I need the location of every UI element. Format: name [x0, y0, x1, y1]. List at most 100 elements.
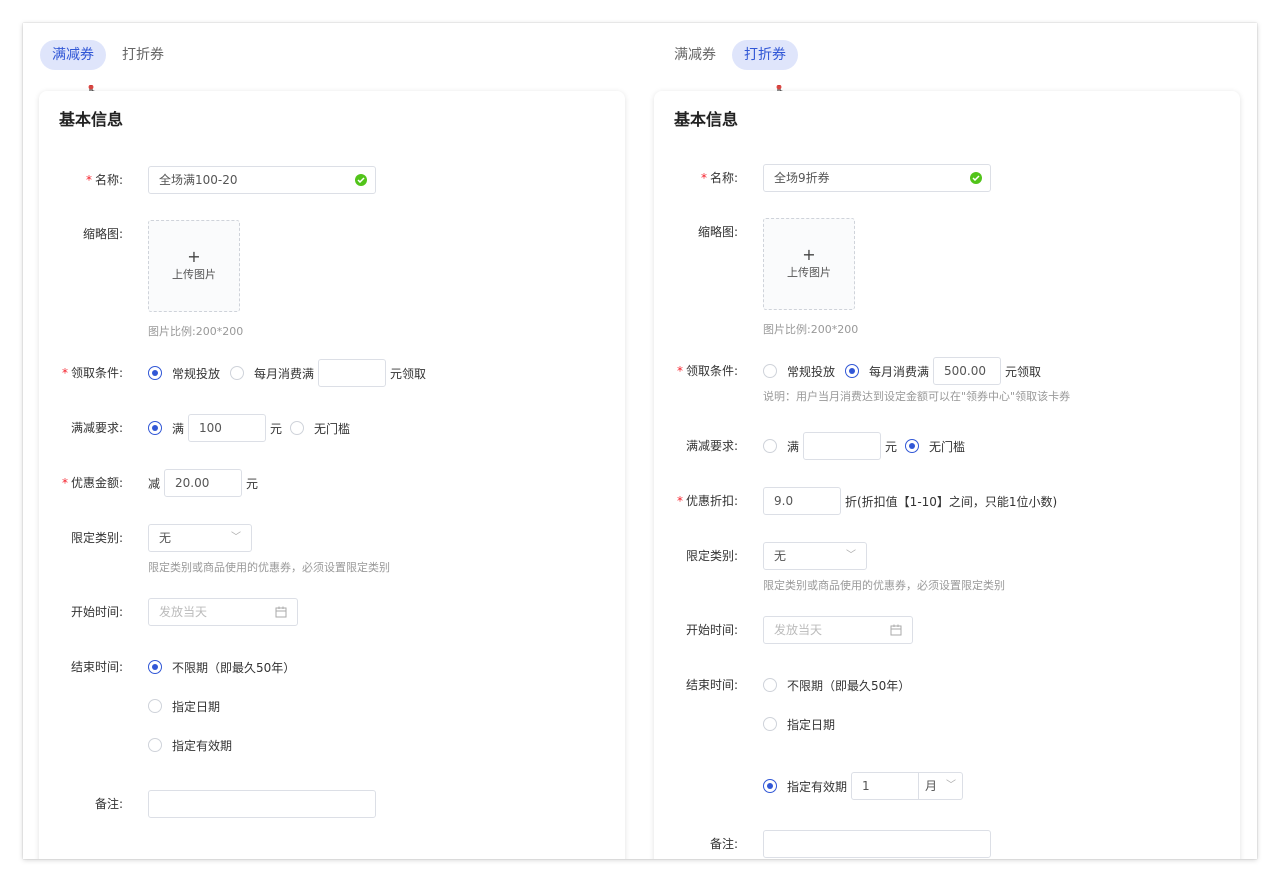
- radio-threshold[interactable]: 满: [763, 438, 799, 455]
- radio-no-threshold[interactable]: 无门槛: [290, 420, 350, 437]
- radio-validity-period[interactable]: 指定有效期: [148, 737, 232, 754]
- remark-label: 备注:: [709, 837, 738, 851]
- discount-amount-label: * 优惠金额:: [61, 476, 123, 490]
- condition-label: * 领取条件:: [676, 364, 738, 378]
- remark-input[interactable]: [148, 790, 376, 818]
- radio-dot: [148, 421, 162, 435]
- discount-rate-input[interactable]: 9.0: [763, 487, 841, 515]
- radio-unlimited[interactable]: 不限期（即最久50年）: [148, 659, 295, 676]
- upload-label: 上传图片: [172, 268, 216, 281]
- monthly-spend-input[interactable]: [318, 359, 387, 387]
- upload-image-button[interactable]: + 上传图片: [148, 220, 240, 312]
- window-frame: 满减券 打折券 基本信息 * 名称: 全场满100-20 缩略图: + 上传图片…: [23, 23, 1257, 859]
- remark-label: 备注:: [94, 797, 123, 811]
- category-hint: 限定类别或商品使用的优惠券，必须设置限定类别: [148, 561, 390, 574]
- monthly-spend-input[interactable]: 500.00: [933, 357, 1002, 385]
- radio-regular-release[interactable]: 常规投放: [148, 365, 220, 382]
- basic-info-card: 基本信息 * 名称: 全场满100-20 缩略图: + 上传图片 图片比例:20…: [39, 91, 625, 859]
- radio-dot: [763, 779, 777, 793]
- discount-unit: 元: [246, 476, 259, 491]
- radio-specific-date[interactable]: 指定日期: [763, 716, 835, 733]
- condition-suffix: 元领取: [1005, 364, 1042, 379]
- chevron-down-icon: ﹀: [946, 780, 957, 791]
- thumbnail-hint: 图片比例:200*200: [763, 323, 859, 336]
- basic-info-card: 基本信息 * 名称: 全场9折券 缩略图: + 上传图片 图片比例:200*20…: [654, 91, 1240, 859]
- check-circle-icon: [970, 172, 982, 184]
- radio-dot: [763, 439, 777, 453]
- start-time-label: 开始时间:: [685, 623, 738, 637]
- thumbnail-hint: 图片比例:200*200: [148, 325, 244, 338]
- threshold-unit: 元: [885, 439, 898, 454]
- start-date-picker[interactable]: 发放当天: [148, 598, 298, 626]
- thumbnail-label: 缩略图:: [82, 227, 123, 241]
- remark-input[interactable]: [763, 830, 991, 858]
- radio-dot: [905, 439, 920, 453]
- radio-dot: [763, 364, 777, 378]
- radio-dot: [763, 678, 777, 692]
- start-time-label: 开始时间:: [70, 605, 123, 619]
- radio-monthly-spend[interactable]: 每月消费满: [845, 363, 929, 380]
- radio-unlimited[interactable]: 不限期（即最久50年）: [763, 677, 910, 694]
- check-circle-icon: [355, 174, 367, 186]
- section-title: 基本信息: [674, 110, 739, 129]
- end-time-label: 结束时间:: [685, 678, 738, 692]
- radio-dot: [230, 366, 245, 380]
- requirement-label: 满减要求:: [70, 421, 123, 435]
- chevron-down-icon: ﹀: [846, 550, 856, 561]
- calendar-icon: [890, 624, 902, 636]
- radio-validity-period[interactable]: 指定有效期: [763, 778, 847, 795]
- left-pane: 满减券 打折券 基本信息 * 名称: 全场满100-20 缩略图: + 上传图片…: [23, 23, 640, 859]
- radio-dot: [290, 421, 305, 435]
- condition-label: * 领取条件:: [61, 366, 123, 380]
- discount-rate-label: * 优惠折扣:: [676, 494, 738, 508]
- radio-dot: [148, 699, 162, 713]
- upload-image-button[interactable]: + 上传图片: [763, 218, 855, 310]
- radio-regular-release[interactable]: 常规投放: [763, 363, 835, 380]
- radio-dot: [148, 660, 162, 674]
- threshold-amount-input[interactable]: 100: [188, 414, 267, 442]
- category-select[interactable]: 无 ﹀: [763, 542, 867, 570]
- tab-discount[interactable]: 打折券: [110, 40, 176, 70]
- radio-dot: [763, 717, 777, 731]
- coupon-type-tabs: 满减券 打折券: [40, 40, 180, 70]
- tab-full-reduction[interactable]: 满减券: [662, 40, 728, 70]
- plus-icon: +: [802, 245, 816, 264]
- category-select[interactable]: 无 ﹀: [148, 524, 252, 552]
- calendar-icon: [275, 606, 287, 618]
- discount-amount-input[interactable]: 20.00: [164, 469, 243, 497]
- right-pane: 满减券 打折券 基本信息 * 名称: 全场9折券 缩略图: + 上传图片 图片比…: [640, 23, 1257, 859]
- validity-period-input[interactable]: 1: [851, 772, 920, 800]
- category-label: 限定类别:: [685, 549, 738, 563]
- thumbnail-label: 缩略图:: [697, 225, 738, 239]
- discount-prefix: 减: [148, 476, 161, 491]
- condition-note: 说明：用户当月消费达到设定金额可以在"领券中心"领取该卡券: [763, 390, 1071, 403]
- section-title: 基本信息: [59, 110, 124, 129]
- plus-icon: +: [187, 247, 201, 266]
- radio-dot: [845, 364, 860, 378]
- radio-threshold[interactable]: 满: [148, 420, 184, 437]
- upload-label: 上传图片: [787, 266, 831, 279]
- threshold-amount-input[interactable]: [803, 432, 882, 460]
- radio-no-threshold[interactable]: 无门槛: [905, 438, 965, 455]
- name-label: * 名称:: [85, 173, 123, 187]
- category-label: 限定类别:: [70, 531, 123, 545]
- discount-rate-suffix: 折(折扣值【1-10】之间，只能1位小数): [845, 494, 1058, 509]
- end-time-label: 结束时间:: [70, 660, 123, 674]
- validity-unit-select[interactable]: 月 ﹀: [919, 772, 964, 800]
- start-date-picker[interactable]: 发放当天: [763, 616, 913, 644]
- requirement-label: 满减要求:: [685, 439, 738, 453]
- radio-dot: [148, 366, 162, 380]
- category-hint: 限定类别或商品使用的优惠券，必须设置限定类别: [763, 579, 1005, 592]
- tab-discount[interactable]: 打折券: [732, 40, 798, 70]
- radio-specific-date[interactable]: 指定日期: [148, 698, 220, 715]
- chevron-down-icon: ﹀: [231, 532, 241, 543]
- name-label: * 名称:: [700, 171, 738, 185]
- condition-suffix: 元领取: [390, 366, 427, 381]
- coupon-type-tabs: 满减券 打折券: [662, 40, 802, 70]
- threshold-unit: 元: [270, 421, 283, 436]
- radio-dot: [148, 738, 162, 752]
- name-input[interactable]: 全场满100-20: [148, 166, 376, 194]
- tab-full-reduction[interactable]: 满减券: [40, 40, 106, 70]
- radio-monthly-spend[interactable]: 每月消费满: [230, 365, 314, 382]
- name-input[interactable]: 全场9折券: [763, 164, 991, 192]
